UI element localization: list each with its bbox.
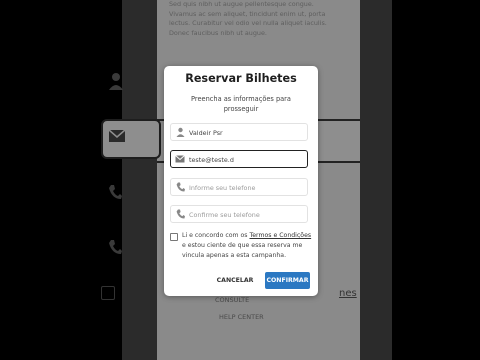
email-field[interactable]: teste@teste.d bbox=[170, 150, 308, 168]
phone-icon bbox=[175, 182, 185, 192]
reservation-dialog: Reservar Bilhetes Preencha as informaçõe… bbox=[164, 66, 318, 296]
envelope-icon bbox=[175, 154, 185, 164]
terms-text-after: e estou ciente de que essa reserva me vi… bbox=[182, 242, 303, 260]
background-link: nes bbox=[339, 288, 357, 299]
terms-text-before: Li e concordo com os bbox=[182, 232, 250, 239]
dialog-title: Reservar Bilhetes bbox=[185, 72, 297, 85]
phone-icon bbox=[109, 185, 122, 199]
dialog-subtitle: Preencha as informações para prosseguir bbox=[191, 95, 291, 113]
terms-checkbox[interactable] bbox=[170, 233, 178, 241]
cancel-button[interactable]: CANCELAR bbox=[216, 273, 254, 289]
background-checkbox bbox=[101, 286, 115, 300]
terms-link[interactable]: Termos e Condições bbox=[249, 232, 311, 239]
blur-strip-right bbox=[360, 0, 392, 360]
phone-icon bbox=[109, 240, 122, 254]
confirm-button[interactable]: CONFIRMAR bbox=[265, 272, 310, 289]
blur-strip-left bbox=[122, 0, 157, 360]
phone-icon bbox=[175, 209, 185, 219]
letterbox-left bbox=[0, 0, 122, 360]
background-label: HELP CENTER bbox=[219, 313, 264, 321]
background-text: Sed quis nibh ut augue pellentesque cong… bbox=[169, 0, 327, 37]
background-label: CONSULTE bbox=[215, 296, 250, 304]
name-field[interactable]: Valdeir Psr bbox=[170, 123, 308, 141]
user-icon bbox=[175, 127, 185, 137]
name-field-value: Valdeir Psr bbox=[189, 129, 223, 137]
phone-confirm-field-placeholder: Confirme seu telefone bbox=[189, 211, 260, 219]
phone-confirm-field[interactable]: Confirme seu telefone bbox=[170, 205, 308, 223]
user-icon bbox=[109, 73, 123, 90]
email-field-value: teste@teste.d bbox=[189, 156, 234, 164]
phone-field[interactable]: Informe seu telefone bbox=[170, 178, 308, 196]
envelope-icon bbox=[108, 129, 126, 142]
terms-text: Li e concordo com os Termos e Condições … bbox=[182, 231, 312, 262]
phone-field-placeholder: Informe seu telefone bbox=[189, 184, 256, 192]
